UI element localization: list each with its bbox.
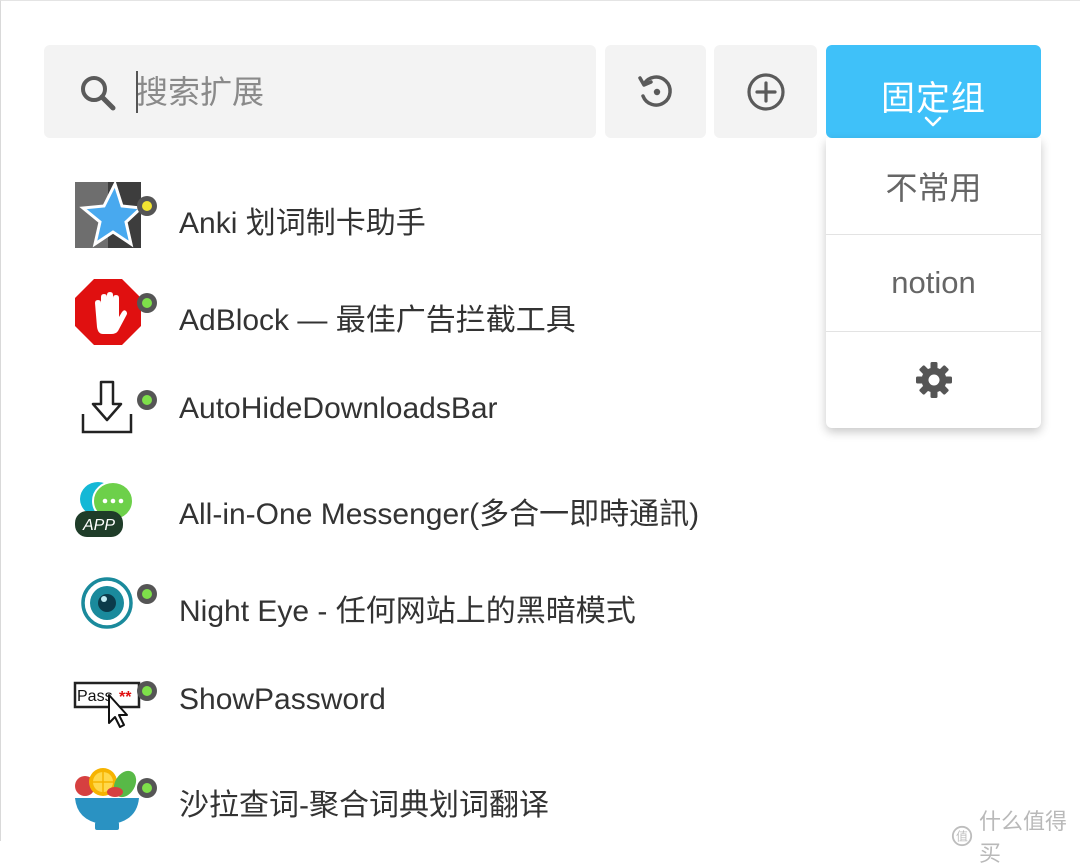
status-indicator (137, 584, 157, 604)
extension-manager-popup: 固定组 不常用 notion (0, 0, 1080, 867)
status-indicator (137, 293, 157, 313)
list-item[interactable]: Night Eye - 任何网站上的黑暗模式 (73, 568, 793, 648)
search-icon (81, 76, 116, 111)
status-indicator (137, 778, 157, 798)
download-tray-icon (81, 380, 133, 434)
watermark-text: 什么值得买 (979, 810, 1068, 867)
status-indicator (137, 681, 157, 701)
group-dropdown-menu: 不常用 notion (826, 138, 1041, 428)
dropdown-item-label: notion (891, 265, 976, 300)
password-cursor-icon: Pass ** (73, 681, 141, 728)
add-circle-icon (746, 72, 785, 111)
add-group-button[interactable] (714, 45, 817, 138)
refresh-icon (637, 74, 672, 107)
status-indicator (137, 390, 157, 410)
list-item[interactable]: APP All-in-One Messenger(多合一即時通訊) (73, 471, 793, 551)
extension-name: ShowPassword (179, 683, 386, 716)
list-item[interactable]: Anki 划词制卡助手 (73, 180, 793, 260)
messenger-bubbles-icon: APP (75, 481, 134, 537)
extension-name: Anki 划词制卡助手 (179, 207, 426, 240)
app-badge-text: APP (82, 517, 115, 534)
adblock-hand-icon (75, 279, 141, 345)
svg-text:**: ** (119, 689, 132, 706)
extension-name: 沙拉查词-聚合词典划词翻译 (179, 789, 549, 822)
password-text: Pass (77, 688, 113, 705)
eye-icon (81, 577, 133, 629)
watermark-logo-icon: 值 (951, 825, 973, 847)
chevron-down-icon (924, 116, 942, 127)
search-box[interactable] (44, 45, 596, 138)
extension-name: AutoHideDownloadsBar (179, 392, 498, 425)
group-label: 固定组 (881, 79, 986, 119)
dropdown-item-rarely-used[interactable]: 不常用 (826, 138, 1041, 235)
status-indicator (137, 196, 157, 216)
list-item[interactable]: 沙拉查词-聚合词典划词翻译 (73, 762, 793, 842)
search-input[interactable] (136, 67, 556, 117)
extension-name: All-in-One Messenger(多合一即時通訊) (179, 498, 700, 531)
extension-name: AdBlock — 最佳广告拦截工具 (179, 304, 576, 337)
dropdown-item-label: 不常用 (885, 169, 982, 207)
gear-icon (915, 362, 952, 398)
text-caret (136, 71, 138, 113)
dropdown-item-settings[interactable] (826, 332, 1041, 428)
salad-bowl-icon (75, 768, 139, 830)
list-item[interactable]: AutoHideDownloadsBar (73, 374, 793, 454)
svg-text:值: 值 (956, 830, 968, 844)
watermark: 值 什么值得买 (951, 804, 1080, 868)
list-item[interactable]: Pass ** ShowPassword (73, 665, 793, 745)
refresh-button[interactable] (605, 45, 706, 138)
dropdown-item-notion[interactable]: notion (826, 235, 1041, 332)
list-item[interactable]: AdBlock — 最佳广告拦截工具 (73, 277, 793, 357)
anki-star-icon (75, 180, 143, 248)
extension-name: Night Eye - 任何网站上的黑暗模式 (179, 595, 636, 628)
group-selector-button[interactable]: 固定组 (826, 45, 1041, 138)
